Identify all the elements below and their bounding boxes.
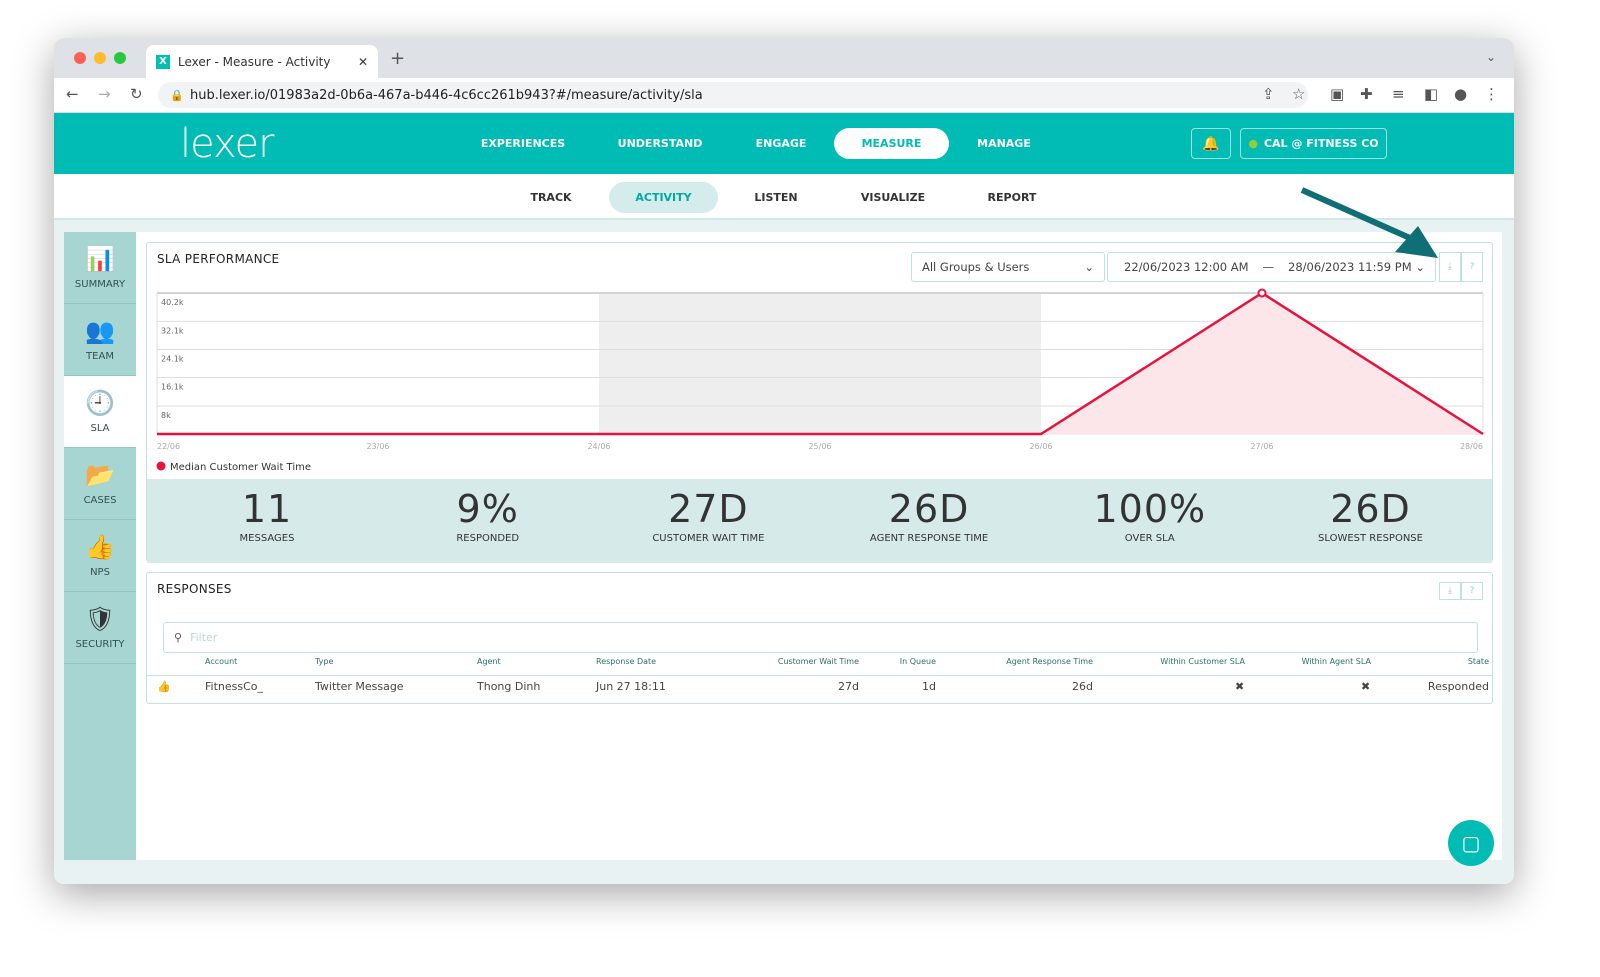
annotation-arrow-icon [1300, 187, 1438, 258]
